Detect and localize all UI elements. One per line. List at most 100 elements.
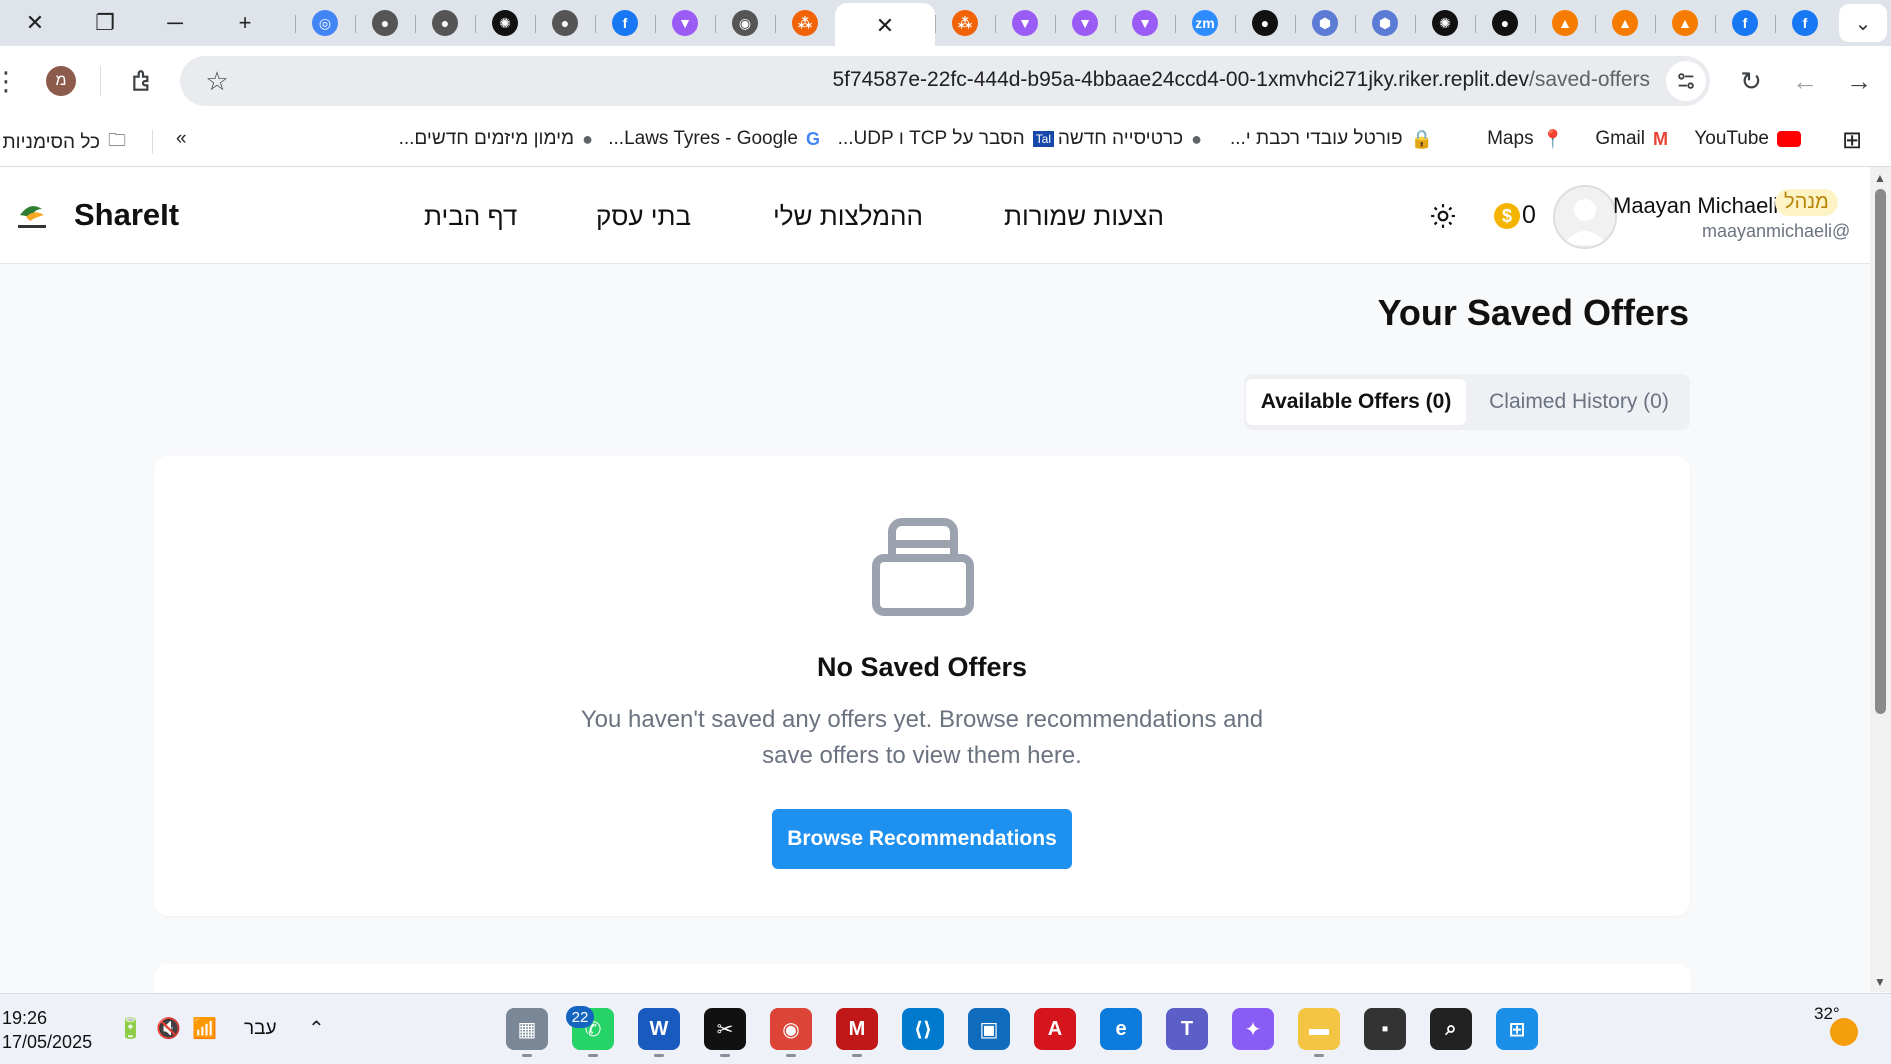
browser-tab[interactable]: ✺ — [1415, 3, 1475, 43]
brand-name[interactable]: ShareIt — [74, 197, 179, 233]
search-icon[interactable]: ⌕ — [1430, 1008, 1472, 1050]
scroll-up-arrow-icon[interactable]: ▲ — [1874, 171, 1886, 185]
browser-tab[interactable]: f — [1715, 3, 1775, 43]
browser-tab[interactable]: ✺ — [475, 3, 535, 43]
minimize-window-icon[interactable]: ─ — [140, 3, 210, 43]
tab-claimed-history[interactable]: Claimed History (0) — [1472, 379, 1686, 425]
bookmark-rail-portal[interactable]: 🔒 פורטל עובדי רכבת י... — [1230, 128, 1433, 150]
tab-search-dropdown[interactable]: ⌄ — [1839, 4, 1887, 42]
window-controls: ✕ ❐ ─ + — [0, 3, 280, 43]
globe-icon: ● — [1191, 128, 1202, 149]
bookmark-maps[interactable]: 📍 Maps — [1487, 128, 1564, 150]
all-bookmarks-label: כל הסימניות — [2, 132, 100, 153]
copilot-icon[interactable]: ✦ — [1232, 1008, 1274, 1050]
url-text[interactable]: 5f74587e-22fc-444d-b95a-4bbaae24ccd4-00-… — [832, 68, 1650, 92]
browse-recommendations-button[interactable]: Browse Recommendations — [772, 809, 1072, 869]
store-icon[interactable]: ▣ — [968, 1008, 1010, 1050]
file-explorer-icon[interactable]: ▬ — [1298, 1008, 1340, 1050]
scroll-down-arrow-icon[interactable]: ▼ — [1874, 975, 1886, 989]
app-running-indicator — [588, 1054, 598, 1057]
user-avatar[interactable] — [1553, 185, 1617, 249]
nav-businesses[interactable]: בתי עסק — [596, 201, 691, 232]
bookmark-star-icon[interactable]: ☆ — [202, 66, 232, 96]
site-settings-icon[interactable] — [1666, 61, 1706, 101]
browser-tab[interactable]: ⁂ — [935, 3, 995, 43]
extensions-icon[interactable] — [128, 66, 158, 96]
back-icon[interactable]: ← — [1790, 66, 1820, 96]
browser-tab[interactable]: ⬢ — [1355, 3, 1415, 43]
browser-tab[interactable]: ▼ — [655, 3, 715, 43]
page-title: Your Saved Offers — [1377, 292, 1689, 333]
reload-icon[interactable]: ↻ — [1736, 66, 1766, 96]
calculator-icon[interactable]: ▦ — [506, 1008, 548, 1050]
address-bar[interactable]: ☆ 5f74587e-22fc-444d-b95a-4bbaae24ccd4-0… — [180, 56, 1710, 106]
bookmark-funding[interactable]: ● מימון מיזמים חדשים... — [399, 128, 593, 150]
bookmark-tcp-udp[interactable]: Tal הסבר על TCP ו UDP... — [838, 128, 1054, 150]
bookmark-laws-tyres[interactable]: G Laws Tyres - Google... — [608, 128, 820, 150]
word-icon[interactable]: W — [638, 1008, 680, 1050]
browser-tab[interactable]: ● — [355, 3, 415, 43]
restore-window-icon[interactable]: ❐ — [70, 3, 140, 43]
nav-saved-offers[interactable]: הצעות שמורות — [1004, 201, 1164, 232]
bookmarks-overflow-button[interactable]: » — [176, 128, 187, 150]
capcut-icon[interactable]: ✂ — [704, 1008, 746, 1050]
browser-tab[interactable]: f — [1775, 3, 1835, 43]
all-bookmarks-button[interactable]: 🗀 כל הסימניות — [3, 128, 126, 158]
profile-avatar[interactable]: מ — [46, 66, 76, 96]
tray-expand-chevron-icon[interactable]: ⌃ — [308, 1016, 325, 1041]
windows-taskbar: 19:26 17/05/2025 🔋 🔇 📶 עבר ⌃ ▦ ✆ W ✂ ◉ M ⟨⟩ ▣ Ae… — [0, 993, 1891, 1064]
browser-tab[interactable]: ● — [415, 3, 475, 43]
system-clock[interactable]: 19:26 17/05/2025 — [2, 1006, 92, 1054]
close-window-icon[interactable]: ✕ — [0, 3, 70, 43]
bookmark-gmail[interactable]: M Gmail — [1595, 128, 1668, 150]
theme-toggle-sun-icon[interactable] — [1430, 203, 1456, 229]
close-icon[interactable]: ✕ — [876, 13, 894, 39]
browser-tab[interactable]: ✕ — [835, 3, 935, 49]
browser-tab[interactable]: ● — [1475, 3, 1535, 43]
browser-tab[interactable]: ▲ — [1535, 3, 1595, 43]
url-path: /saved-offers — [1528, 68, 1650, 91]
browser-tab[interactable]: ▼ — [1115, 3, 1175, 43]
browser-tab[interactable]: ⁂ — [775, 3, 835, 43]
new-tab-button[interactable]: + — [210, 3, 280, 43]
browser-tab[interactable]: ● — [1235, 3, 1295, 43]
browser-tab[interactable]: ▼ — [995, 3, 1055, 43]
empty-state-description: You haven't saved any offers yet. Browse… — [580, 706, 1264, 769]
mcafee-icon[interactable]: M — [836, 1008, 878, 1050]
browser-tab[interactable]: ◉ — [715, 3, 775, 43]
browser-tab[interactable]: ▲ — [1655, 3, 1715, 43]
gmail-icon: M — [1653, 128, 1668, 149]
language-indicator[interactable]: עבר — [244, 1018, 277, 1040]
nav-my-recommendations[interactable]: ההמלצות שלי — [773, 201, 923, 232]
apps-grid-icon[interactable]: ⊞ — [1842, 126, 1862, 155]
browser-tab[interactable]: ⬢ — [1295, 3, 1355, 43]
browser-tab[interactable]: f — [595, 3, 655, 43]
terminal-icon[interactable]: ▪ — [1364, 1008, 1406, 1050]
browser-tab[interactable]: ▼ — [1055, 3, 1115, 43]
tab-available-offers[interactable]: Available Offers (0) — [1246, 379, 1466, 425]
windows-start-icon[interactable]: ⊞ — [1496, 1008, 1538, 1050]
kebab-menu-icon[interactable]: ⋮ — [0, 66, 19, 96]
acrobat-icon[interactable]: A — [1034, 1008, 1076, 1050]
browser-tab[interactable]: ● — [535, 3, 595, 43]
bookmark-youtube[interactable]: YouTube — [1694, 128, 1801, 150]
battery-icon[interactable]: 🔋 — [118, 1016, 143, 1041]
browser-tab[interactable]: ▲ — [1595, 3, 1655, 43]
bookmark-new-tab[interactable]: ● כרטיסייה חדשה — [1058, 128, 1202, 150]
scrollbar-thumb[interactable] — [1875, 189, 1886, 714]
nav-home[interactable]: דף הבית — [424, 201, 517, 232]
shareit-logo[interactable] — [12, 195, 52, 235]
forward-icon[interactable]: → — [1844, 66, 1874, 96]
app-header: ShareIt דף הבית בתי עסק ההמלצות שלי הצעו… — [0, 167, 1870, 264]
browser-tab[interactable]: ◎ — [295, 3, 355, 43]
teams-icon[interactable]: T — [1166, 1008, 1208, 1050]
openai-icon: ✺ — [492, 10, 518, 36]
browser-tab[interactable]: zm — [1175, 3, 1235, 43]
chrome-icon[interactable]: ◉ — [770, 1008, 812, 1050]
page-scrollbar[interactable]: ▲ ▼ — [1870, 167, 1891, 992]
speaker-muted-icon[interactable]: 🔇 — [156, 1016, 181, 1041]
edge-icon[interactable]: e — [1100, 1008, 1142, 1050]
vite-icon: ▼ — [1132, 10, 1158, 36]
vscode-icon[interactable]: ⟨⟩ — [902, 1008, 944, 1050]
wifi-icon[interactable]: 📶 — [192, 1016, 217, 1041]
